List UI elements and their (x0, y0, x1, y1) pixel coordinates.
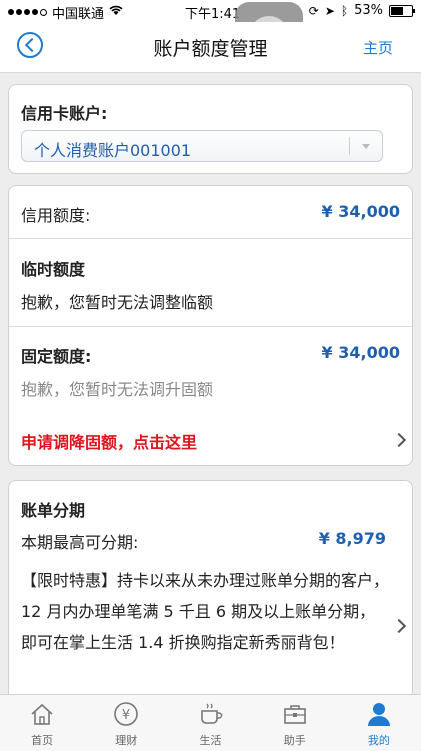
user-icon (366, 701, 392, 727)
tab-label: 理财 (115, 734, 138, 747)
chevron-right-icon[interactable] (391, 432, 407, 448)
page-title: 账户额度管理 (153, 38, 268, 60)
nav-bar: 账户额度管理 主页 (0, 22, 421, 73)
decrease-fixed-limit-link[interactable]: 申请调降固额，点击这里 (21, 429, 197, 453)
rotation-lock-icon: ⟳ (308, 3, 319, 18)
tab-label: 首页 (31, 734, 54, 747)
tab-bar: 首页 ¥ 理财 生活 助手 我的 (0, 694, 421, 751)
tab-wealth[interactable]: ¥ 理财 (84, 695, 168, 751)
installment-card[interactable]: 账单分期 本期最高可分期: ¥ 8,979 【限时特惠】持卡以来从未办理过账单分… (8, 480, 413, 720)
tab-assistant[interactable]: 助手 (253, 695, 337, 751)
carrier-name: 中国联通 (52, 7, 105, 22)
select-divider (349, 137, 350, 155)
divider (9, 238, 412, 239)
installment-title: 账单分期 (21, 501, 86, 520)
battery-icon (389, 4, 415, 17)
bluetooth-icon: ᛒ (340, 3, 349, 18)
svg-text:¥: ¥ (122, 708, 130, 723)
status-bar: 中国联通 下午1:41 ⟳ ➤ ᛒ 53% (0, 0, 421, 22)
temp-limit-label: 临时额度 (21, 260, 86, 279)
fixed-limit-label: 固定额度: (21, 347, 92, 366)
battery-percent: 53% (354, 3, 383, 18)
toolbox-icon (282, 701, 308, 727)
tab-life[interactable]: 生活 (168, 695, 252, 751)
status-time: 下午1:41 (185, 7, 241, 22)
installment-max-value: ¥ 8,979 (318, 529, 386, 548)
tab-label: 助手 (283, 734, 306, 747)
account-select-value: 个人消费账户001001 (34, 141, 192, 160)
account-card: 信用卡账户: 个人消费账户001001 (8, 84, 413, 174)
credit-limit-label: 信用额度: (21, 206, 91, 225)
divider (9, 326, 412, 327)
home-icon (29, 701, 55, 727)
coffee-cup-icon (198, 701, 224, 727)
tab-home[interactable]: 首页 (0, 695, 84, 751)
chevron-right-icon[interactable] (391, 618, 407, 634)
fixed-limit-value: ¥ 34,000 (321, 343, 400, 362)
account-select[interactable]: 个人消费账户001001 (21, 130, 383, 162)
location-icon: ➤ (324, 3, 335, 18)
temp-limit-message: 抱歉，您暂时无法调整临额 (21, 293, 214, 312)
account-label: 信用卡账户: (21, 104, 108, 123)
limits-card: 信用额度: ¥ 34,000 临时额度 抱歉，您暂时无法调整临额 固定额度: ¥… (8, 185, 413, 466)
tab-mine[interactable]: 我的 (337, 695, 421, 751)
chevron-down-icon (362, 144, 370, 149)
wealth-icon: ¥ (113, 701, 139, 727)
tab-label: 生活 (199, 734, 222, 747)
credit-limit-value: ¥ 34,000 (321, 202, 400, 221)
promo-text: 【限时特惠】持卡以来从未办理过账单分期的客户， 12 月内办理单笔满 5 千且 … (21, 571, 390, 652)
tab-label: 我的 (367, 734, 390, 747)
status-left: 中国联通 (8, 3, 123, 22)
fixed-limit-message: 抱歉，您暂时无法调升固额 (21, 380, 214, 399)
home-link[interactable]: 主页 (363, 37, 393, 58)
signal-strength-icon (8, 9, 47, 16)
installment-max-label: 本期最高可分期: (21, 533, 139, 552)
wifi-icon (109, 5, 123, 20)
status-right: ⟳ ➤ ᛒ 53% (308, 3, 415, 18)
